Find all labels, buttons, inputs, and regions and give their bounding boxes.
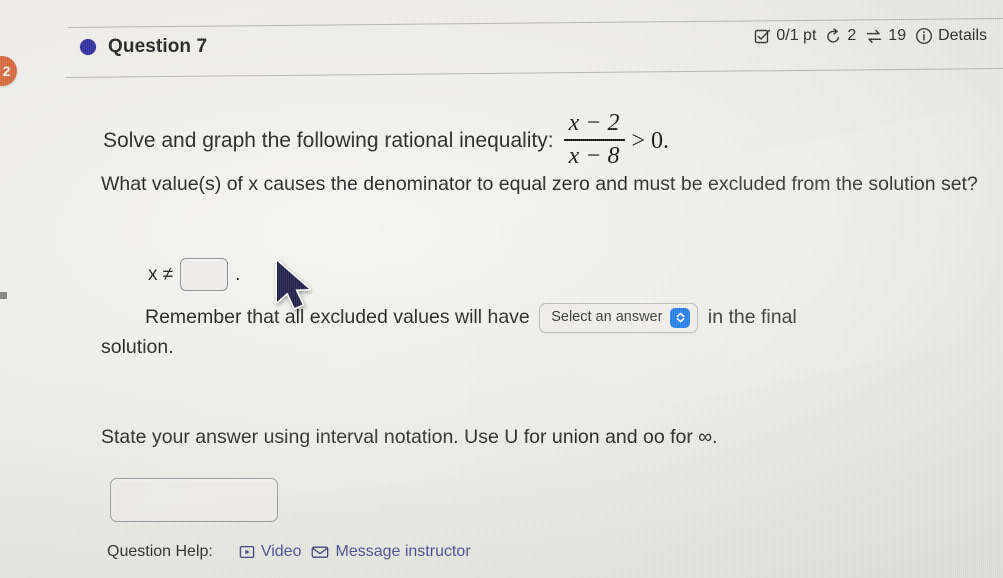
fraction-numerator: x − 2	[568, 110, 620, 136]
rational-inequality-expression: x − 2 x − 8 > 0.	[563, 110, 670, 171]
attempts-group: 2	[825, 27, 856, 45]
question-title: Question 7	[108, 36, 208, 57]
fraction-denominator: x − 8	[568, 143, 620, 170]
question-help-row: Question Help: Video Message instructor	[107, 543, 471, 561]
score-value: 0/1 pt	[776, 27, 817, 44]
details-label[interactable]: Details	[938, 27, 987, 45]
prompt-intro-text: Solve and graph the following rational i…	[103, 129, 554, 153]
exchanges-group: 19	[865, 27, 906, 45]
select-answer-dropdown[interactable]: Select an answer	[539, 303, 699, 333]
question-header: Question 7	[80, 36, 207, 58]
remember-sentence: Remember that all excluded values will h…	[101, 303, 981, 362]
exchange-arrows-icon	[865, 28, 883, 45]
interval-instruction-text: State your answer using interval notatio…	[101, 426, 718, 448]
final-answer-input[interactable]	[110, 478, 278, 522]
excluded-value-input[interactable]	[180, 258, 229, 291]
chevron-up-down-icon[interactable]	[670, 307, 691, 328]
message-instructor-label[interactable]: Message instructor	[335, 543, 470, 561]
screen-artifact-mark	[0, 292, 7, 299]
inequality-relation: > 0.	[631, 127, 670, 154]
excluded-value-period: .	[235, 263, 241, 285]
attempts-count: 2	[847, 27, 857, 44]
play-box-icon[interactable]	[239, 544, 255, 560]
video-help-link[interactable]: Video	[239, 543, 302, 561]
undo-arrow-icon	[825, 27, 842, 45]
question-meta: 0/1 pt 2 19 Details	[754, 27, 987, 45]
x-not-equal-label: x ≠	[148, 263, 174, 285]
remember-after-text: in the final	[707, 306, 797, 328]
fraction-bar	[563, 139, 625, 142]
select-answer-label: Select an answer	[551, 309, 663, 325]
remember-tail-text: solution.	[101, 335, 174, 358]
question-help-label: Question Help:	[107, 543, 213, 560]
video-label[interactable]: Video	[261, 543, 302, 561]
prompt-intro-row: Solve and graph the following rational i…	[103, 110, 670, 171]
envelope-icon[interactable]	[311, 544, 329, 560]
score-group: 0/1 pt	[754, 27, 816, 45]
message-instructor-link[interactable]: Message instructor	[311, 543, 471, 561]
remember-before-text: Remember that all excluded values will h…	[145, 306, 530, 328]
checkbox-icon	[754, 28, 771, 45]
prompt-denominator-text: What value(s) of x causes the denominato…	[101, 173, 978, 195]
details-group[interactable]: Details	[915, 27, 987, 45]
info-circle-icon[interactable]	[915, 27, 933, 45]
fraction: x − 2 x − 8	[563, 110, 625, 170]
excluded-value-row: x ≠ .	[148, 258, 241, 291]
exchanges-count: 19	[888, 27, 907, 44]
question-status-dot-icon	[80, 39, 96, 55]
